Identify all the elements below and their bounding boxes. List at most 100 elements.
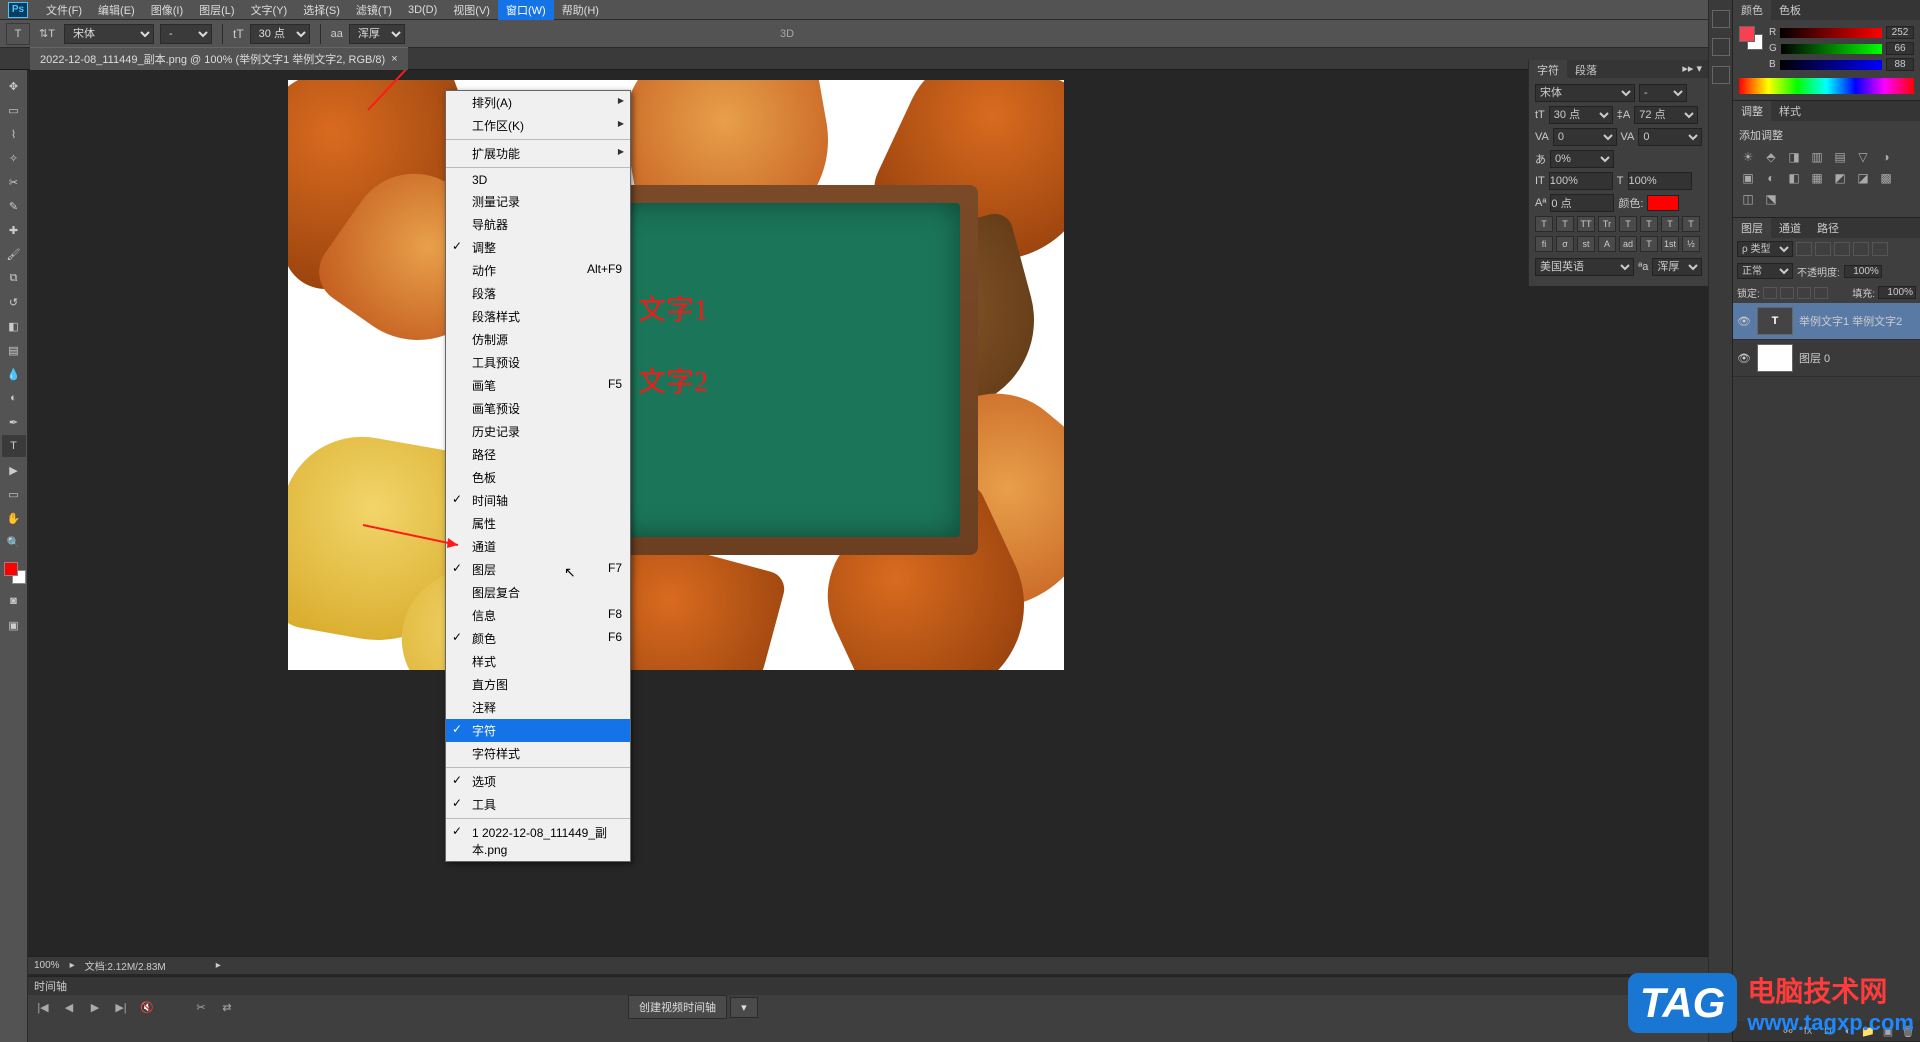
font-family-select[interactable]: 宋体 bbox=[64, 24, 154, 44]
hand-tool-icon[interactable]: ✋ bbox=[2, 507, 26, 529]
screenmode-icon[interactable]: ▣ bbox=[2, 614, 26, 636]
text-orientation-toggle[interactable]: ⇅T bbox=[36, 24, 58, 44]
color-swatches[interactable] bbox=[4, 562, 26, 584]
visibility-icon[interactable]: 👁 bbox=[1737, 352, 1751, 365]
transition-icon[interactable]: ⇄ bbox=[218, 999, 236, 1015]
mute-icon[interactable]: 🔇 bbox=[138, 999, 156, 1015]
adjustment-icon-2[interactable]: ◨ bbox=[1785, 149, 1803, 165]
menuitem-[interactable]: 工具预设 bbox=[446, 351, 630, 374]
char-hscale-input[interactable] bbox=[1628, 172, 1692, 190]
quickmask-icon[interactable]: ◙ bbox=[2, 590, 26, 612]
menuitem-[interactable]: 信息F8 bbox=[446, 604, 630, 627]
tab-channels[interactable]: 通道 bbox=[1771, 218, 1809, 238]
cut-icon[interactable]: ✂ bbox=[192, 999, 210, 1015]
properties-panel-icon[interactable] bbox=[1712, 66, 1730, 84]
opacity-value[interactable]: 100% bbox=[1844, 265, 1882, 278]
adjustment-icon-6[interactable]: ◑ bbox=[1877, 149, 1895, 165]
menuitem-[interactable]: 注释 bbox=[446, 696, 630, 719]
adjustment-icon-15[interactable]: ⬔ bbox=[1762, 191, 1780, 207]
layer-thumb[interactable]: T bbox=[1757, 307, 1793, 335]
menu-select[interactable]: 选择(S) bbox=[295, 0, 348, 20]
layer-row[interactable]: 👁图层 0 bbox=[1733, 340, 1920, 377]
adjustment-icon-8[interactable]: ◐ bbox=[1762, 170, 1780, 186]
crop-tool-icon[interactable]: ✂ bbox=[2, 171, 26, 193]
next-frame-icon[interactable]: ▶| bbox=[112, 999, 130, 1015]
menu-layer[interactable]: 图层(L) bbox=[191, 0, 242, 20]
subscript-button[interactable]: T bbox=[1640, 216, 1658, 232]
blur-tool-icon[interactable]: 💧 bbox=[2, 363, 26, 385]
lock-transparency-icon[interactable] bbox=[1763, 287, 1777, 299]
layer-thumb[interactable] bbox=[1757, 344, 1793, 372]
adjustment-icon-4[interactable]: ▤ bbox=[1831, 149, 1849, 165]
create-video-timeline-button[interactable]: 创建视频时间轴 bbox=[628, 995, 727, 1019]
menuitem-120221208_111449_png[interactable]: ✓1 2022-12-08_111449_副本.png bbox=[446, 821, 630, 861]
menuitem-[interactable]: ✓图层F7 bbox=[446, 558, 630, 581]
adjustment-icon-11[interactable]: ◩ bbox=[1831, 170, 1849, 186]
status-arrow-icon[interactable]: ▸ bbox=[216, 960, 221, 971]
menu-image[interactable]: 图像(I) bbox=[143, 0, 191, 20]
sample-text-1[interactable]: 文字1 bbox=[638, 288, 708, 328]
menuitem-[interactable]: 扩展功能 bbox=[446, 142, 630, 165]
zoom-level[interactable]: 100% bbox=[34, 960, 60, 971]
blend-mode-select[interactable]: 正常 bbox=[1737, 263, 1793, 279]
b-slider[interactable] bbox=[1780, 60, 1882, 70]
lock-position-icon[interactable] bbox=[1797, 287, 1811, 299]
wand-tool-icon[interactable]: ✧ bbox=[2, 147, 26, 169]
adjustment-icon-9[interactable]: ◧ bbox=[1785, 170, 1803, 186]
layer-row[interactable]: 👁T举例文字1 举例文字2 bbox=[1733, 303, 1920, 340]
tab-color[interactable]: 颜色 bbox=[1733, 0, 1771, 20]
menuitem-A[interactable]: 排列(A) bbox=[446, 91, 630, 114]
char-baseline-input[interactable] bbox=[1550, 194, 1614, 212]
tab-paths[interactable]: 路径 bbox=[1809, 218, 1847, 238]
brush-tool-icon[interactable]: 🖌 bbox=[2, 243, 26, 265]
r-slider[interactable] bbox=[1780, 28, 1882, 38]
adjustment-icon-3[interactable]: ▥ bbox=[1808, 149, 1826, 165]
shape-tool-icon[interactable]: ▭ bbox=[2, 483, 26, 505]
menu-file[interactable]: 文件(F) bbox=[38, 0, 90, 20]
go-start-icon[interactable]: |◀ bbox=[34, 999, 52, 1015]
fill-value[interactable]: 100% bbox=[1878, 286, 1916, 299]
font-size-select[interactable]: 30 点 bbox=[250, 24, 310, 44]
menuitem-[interactable]: 导航器 bbox=[446, 213, 630, 236]
b-value[interactable]: 88 bbox=[1886, 58, 1914, 71]
adjustment-icon-12[interactable]: ◪ bbox=[1854, 170, 1872, 186]
menuitem-[interactable]: 字符样式 bbox=[446, 742, 630, 765]
foreground-color[interactable] bbox=[4, 562, 18, 576]
menuitem-[interactable]: 测量记录 bbox=[446, 190, 630, 213]
g-slider[interactable] bbox=[1781, 44, 1882, 54]
menuitem-[interactable]: 仿制源 bbox=[446, 328, 630, 351]
layer-filter-kind[interactable]: ρ 类型 bbox=[1737, 241, 1793, 257]
adjustment-icon-5[interactable]: ▽ bbox=[1854, 149, 1872, 165]
history-brush-icon[interactable]: ↺ bbox=[2, 291, 26, 313]
smallcaps-button[interactable]: Tr bbox=[1598, 216, 1616, 232]
menuitem-[interactable]: 色板 bbox=[446, 466, 630, 489]
ot-frac-button[interactable]: ½ bbox=[1682, 236, 1700, 252]
status-arrow-icon[interactable]: ▸ bbox=[70, 960, 75, 971]
char-aa-select[interactable]: 浑厚 bbox=[1652, 258, 1702, 276]
menuitem-[interactable]: ✓时间轴 bbox=[446, 489, 630, 512]
gradient-tool-icon[interactable]: ▤ bbox=[2, 339, 26, 361]
history-panel-icon[interactable] bbox=[1712, 10, 1730, 28]
dodge-tool-icon[interactable]: ◐ bbox=[2, 387, 26, 409]
menuitem-[interactable]: 历史记录 bbox=[446, 420, 630, 443]
menuitem-[interactable]: 段落 bbox=[446, 282, 630, 305]
menuitem-[interactable]: 样式 bbox=[446, 650, 630, 673]
tab-character[interactable]: 字符 bbox=[1529, 60, 1567, 78]
ot-ord-button[interactable]: ad bbox=[1619, 236, 1637, 252]
eyedropper-tool-icon[interactable]: ✎ bbox=[2, 195, 26, 217]
tab-paragraph[interactable]: 段落 bbox=[1567, 60, 1605, 78]
menuitem-[interactable]: ✓工具 bbox=[446, 793, 630, 816]
healing-tool-icon[interactable]: ✚ bbox=[2, 219, 26, 241]
menuitem-[interactable]: 路径 bbox=[446, 443, 630, 466]
menu-help[interactable]: 帮助(H) bbox=[554, 0, 607, 20]
filter-shape-icon[interactable] bbox=[1853, 242, 1869, 256]
char-vscale-input[interactable] bbox=[1549, 172, 1613, 190]
char-size-select[interactable]: 30 点 bbox=[1549, 106, 1613, 124]
char-kerning-select[interactable]: 0 bbox=[1553, 128, 1617, 146]
menu-window[interactable]: 窗口(W) bbox=[498, 0, 554, 20]
pen-tool-icon[interactable]: ✒ bbox=[2, 411, 26, 433]
actions-panel-icon[interactable] bbox=[1712, 38, 1730, 56]
close-tab-icon[interactable]: × bbox=[391, 53, 397, 65]
adjustment-icon-7[interactable]: ▣ bbox=[1739, 170, 1757, 186]
adjustment-icon-10[interactable]: ▦ bbox=[1808, 170, 1826, 186]
